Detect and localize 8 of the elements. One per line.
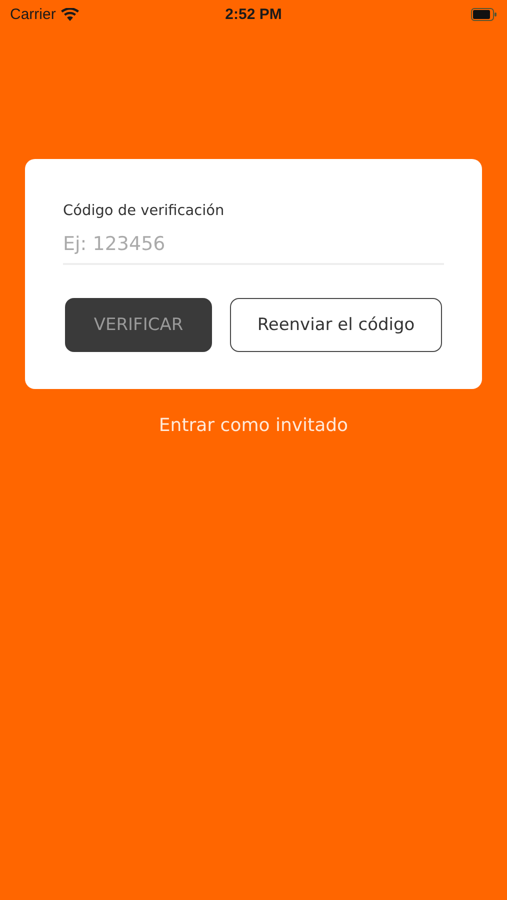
guest-link[interactable]: Entrar como invitado: [158, 415, 348, 436]
code-input[interactable]: Ej: 123456: [63, 229, 444, 265]
carrier-label: Carrier: [10, 6, 56, 22]
wifi-icon: [60, 8, 79, 20]
resend-button[interactable]: Reenviar el código: [230, 298, 442, 352]
clock-time: 2:52 PM: [225, 6, 282, 22]
battery-icon: [471, 8, 497, 20]
field-label: Código de verificación: [63, 203, 226, 219]
